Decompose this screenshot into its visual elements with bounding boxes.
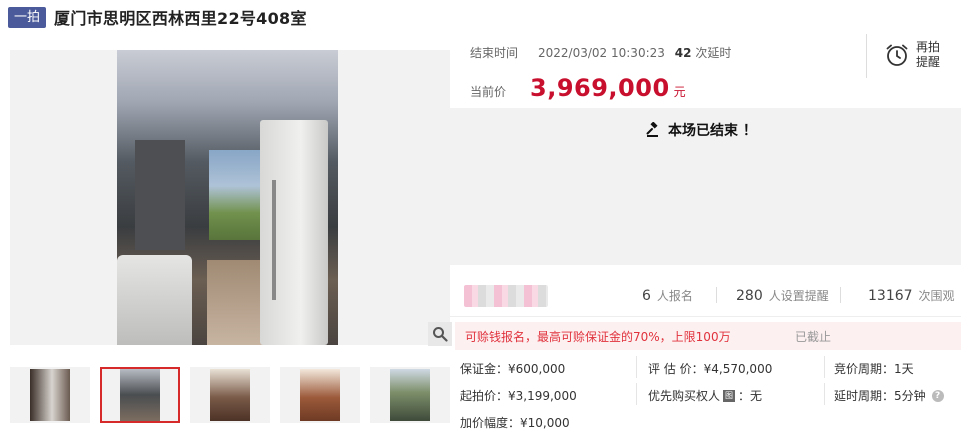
signup-label: 人报名 — [656, 289, 693, 303]
signup-count: 6 — [642, 288, 651, 304]
alarm-clock-icon — [886, 44, 908, 66]
remind-count: 280 — [736, 288, 763, 304]
thumbnail-image — [300, 369, 340, 421]
auction-status-panel: 本场已结束 ！ — [450, 108, 961, 265]
starting-price: 起拍价：¥3,199,000 — [460, 389, 577, 403]
view-label: 次围观 — [918, 289, 955, 303]
divider — [636, 356, 637, 378]
page-title: 厦门市思明区西林西里22号408室 — [54, 9, 307, 28]
remind-button[interactable]: 再拍提醒 — [884, 40, 944, 70]
thumbnail[interactable] — [370, 367, 450, 423]
photo-cabinet — [135, 140, 185, 250]
delay-label: 次延时 — [695, 46, 732, 60]
thumbnail-image — [210, 369, 250, 421]
delay-period: 延时周期：5分钟 ? — [834, 387, 944, 404]
main-photo[interactable] — [10, 50, 450, 345]
current-price: 3,969,000 — [530, 74, 670, 102]
credit-notice-status: 已截止 — [795, 329, 832, 344]
auction-round-badge: 一拍 — [8, 6, 47, 28]
remind-stat-label: 人设置提醒 — [768, 289, 829, 303]
photo-floor — [207, 260, 267, 345]
appraisal-price: 评 估 价：¥4,570,000 — [648, 362, 773, 376]
auction-info: 结束时间 2022/03/02 10:30:23 42 次延时 当前价 3,969… — [452, 30, 961, 108]
current-price-row: 当前价 3,969,000 元 — [470, 74, 686, 102]
bid-increment: 加价幅度：¥10,000 — [460, 416, 570, 430]
kitchen-photo — [117, 50, 338, 345]
auction-ended-message: 本场已结束 ！ — [646, 120, 757, 140]
search-icon — [433, 327, 448, 342]
thumbnail-selected[interactable] — [100, 367, 180, 423]
thumbnail[interactable] — [10, 367, 90, 423]
divider — [840, 287, 841, 303]
blurred-user-avatar — [464, 285, 548, 307]
remind-stat: 280 人设置提醒 — [736, 287, 829, 304]
credit-notice[interactable]: 可赊钱报名，最高可赊保证金的70%，上限100万 已截止 — [455, 322, 961, 350]
bid-period: 竞价周期：1天 — [834, 362, 914, 376]
end-time-date: 2022/03/02 10:30:23 — [538, 46, 665, 60]
auction-ended-text: 本场已结束 ！ — [668, 123, 757, 139]
delay-period-text: 延时周期：5分钟 — [834, 389, 926, 403]
thumbnail[interactable] — [280, 367, 360, 423]
divider — [866, 34, 867, 78]
current-price-label: 当前价 — [470, 85, 507, 99]
thumbnail-image — [390, 369, 430, 421]
credit-notice-text: 可赊钱报名，最高可赊保证金的70%，上限100万 — [465, 329, 731, 344]
zoom-button[interactable] — [428, 322, 452, 346]
thumbnail[interactable] — [190, 367, 270, 423]
end-time-value: 2022/03/02 10:30:23 42 次延时 — [538, 44, 731, 61]
priority-info-icon[interactable]: 图 — [723, 389, 736, 402]
end-time-row: 结束时间 2022/03/02 10:30:23 42 次延时 — [470, 44, 731, 61]
title-row: 一拍 厦门市思明区西林西里22号408室 — [8, 5, 307, 29]
thumbnail-image — [120, 369, 160, 421]
view-count: 13167 — [868, 288, 913, 304]
end-time-label: 结束时间 — [470, 46, 519, 60]
priority-buyer-label: 优先购买权人 — [648, 389, 721, 403]
thumbnail-strip — [10, 367, 450, 423]
price-unit: 元 — [673, 85, 686, 99]
question-icon[interactable]: ? — [931, 389, 944, 402]
stats-bar: 6 人报名 280 人设置提醒 13167 次围观 — [450, 273, 961, 317]
divider — [824, 383, 825, 405]
auction-details: 保证金：¥600,000 评 估 价：¥4,570,000 竞价周期：1天 起拍… — [450, 352, 961, 438]
thumbnail-image — [30, 369, 70, 421]
divider — [636, 383, 637, 405]
remind-label: 再拍提醒 — [916, 40, 941, 69]
priority-buyer: 优先购买权人 图 ：无 — [648, 387, 762, 404]
signup-stat: 6 人报名 — [642, 287, 693, 304]
deposit: 保证金：¥600,000 — [460, 362, 566, 376]
delay-count: 42 — [674, 46, 692, 60]
divider — [824, 356, 825, 378]
photo-washing-machine — [117, 255, 192, 345]
gavel-icon — [646, 122, 658, 137]
divider — [716, 287, 717, 303]
view-stat: 13167 次围观 — [868, 287, 955, 304]
photo-fridge — [260, 120, 328, 345]
priority-buyer-value: ：无 — [738, 389, 763, 403]
